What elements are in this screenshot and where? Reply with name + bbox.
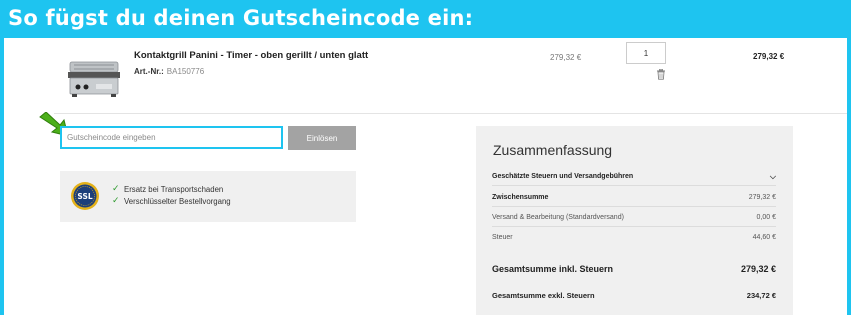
trash-icon[interactable]: [656, 69, 666, 80]
check-icon: ✓: [112, 196, 120, 206]
cart-panel: Kontaktgrill Panini - Timer - oben geril…: [4, 38, 847, 315]
chevron-down-icon: ⌵: [769, 171, 776, 181]
line-total: 279,32 €: [753, 52, 785, 61]
net-total-label: Gesamtsumme exkl. Steuern: [492, 290, 595, 300]
tax-value: 44,60 €: [752, 233, 776, 241]
product-image[interactable]: [64, 56, 124, 104]
page-title: So fügst du deinen Gutscheincode ein:: [8, 6, 474, 30]
trust-item-label: Ersatz bei Transportschaden: [124, 184, 224, 194]
subtotal-value: 279,32 €: [748, 194, 776, 201]
ssl-badge-text: SSL: [77, 192, 92, 201]
redeem-button[interactable]: Einlösen: [288, 126, 356, 150]
tax-label: Steuer: [492, 233, 513, 241]
order-summary: Zusammenfassung Geschätzte Steuern und V…: [476, 126, 793, 315]
article-number-value: BA150776: [166, 67, 205, 76]
trust-box: SSL ✓ Ersatz bei Transportschaden ✓ Vers…: [60, 171, 356, 222]
unit-price: 279,32 €: [550, 53, 582, 62]
trust-list: ✓ Ersatz bei Transportschaden ✓ Verschlü…: [112, 183, 231, 207]
coupon-code-input[interactable]: [60, 126, 283, 149]
subtotal-label: Zwischensumme: [492, 194, 549, 201]
trust-item: ✓ Ersatz bei Transportschaden: [112, 183, 231, 195]
net-total-row: Gesamtsumme exkl. Steuern 234,72 €: [492, 289, 776, 301]
shipping-value: 0,00 €: [756, 213, 776, 221]
trust-item: ✓ Verschlüsselter Bestellvorgang: [112, 195, 231, 207]
estimate-taxes-label: Geschätzte Steuern und Versandgebühren: [492, 173, 634, 180]
product-article-number: Art.-Nr.: BA150776: [134, 67, 204, 76]
shipping-row: Versand & Bearbeitung (Standardversand) …: [492, 208, 776, 227]
estimate-taxes-toggle[interactable]: Geschätzte Steuern und Versandgebühren ⌵: [492, 168, 776, 186]
grand-total-label: Gesamtsumme inkl. Steuern: [492, 264, 614, 274]
tax-row: Steuer 44,60 €: [492, 228, 776, 246]
ssl-badge-icon: SSL: [71, 182, 99, 210]
net-total-value: 234,72 €: [746, 290, 776, 300]
grand-total-value: 279,32 €: [740, 264, 776, 274]
check-icon: ✓: [112, 184, 120, 194]
quantity-input[interactable]: 1: [626, 42, 666, 64]
product-name[interactable]: Kontaktgrill Panini - Timer - oben geril…: [134, 50, 368, 61]
trust-item-label: Verschlüsselter Bestellvorgang: [124, 196, 231, 206]
shipping-label: Versand & Bearbeitung (Standardversand): [492, 213, 624, 221]
subtotal-row: Zwischensumme 279,32 €: [492, 189, 776, 207]
grand-total-row: Gesamtsumme inkl. Steuern 279,32 €: [492, 262, 776, 276]
article-number-label: Art.-Nr.:: [134, 67, 164, 76]
divider: [54, 113, 847, 114]
summary-title: Zusammenfassung: [493, 142, 613, 158]
